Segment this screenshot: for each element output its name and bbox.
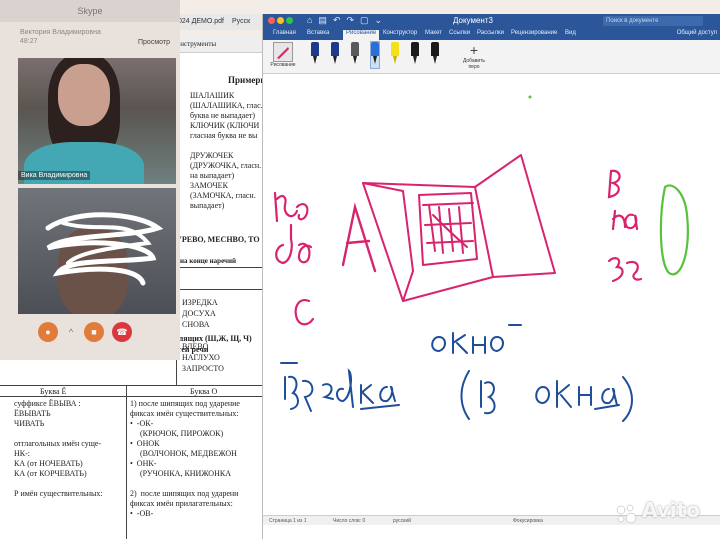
mic-icon[interactable]: ● [38, 322, 58, 342]
ribbon-tabs: Главная Вставка Рисование Конструктор Ма… [263, 28, 720, 40]
draw-tool-button[interactable]: Рисование [269, 42, 297, 68]
video-tile-teacher[interactable]: Вика Владимировна [18, 58, 176, 184]
plus-icon: + [469, 42, 479, 58]
privacy-scribble [45, 212, 164, 286]
pen-body [311, 42, 319, 56]
share-button[interactable]: Общий доступ [677, 30, 717, 36]
minimize-window-button[interactable] [277, 17, 284, 24]
participant-name: Вика Владимировна [18, 171, 91, 180]
add-pen-button[interactable]: + Добавить перо [459, 42, 489, 70]
pen-cursor-icon [273, 42, 293, 62]
pen-body [431, 42, 439, 56]
quick-access-toolbar[interactable]: ⌂▤↶↷▢⌄ [307, 15, 388, 26]
search-input[interactable]: Поиск в документе [603, 16, 703, 26]
highlighter-icon[interactable] [391, 42, 399, 68]
pen-icon[interactable] [370, 41, 380, 69]
document-title: Документ3 [453, 16, 493, 25]
pen-tip [353, 56, 357, 64]
desktop-screen: Найти текст или инструменты Примеры ШАЛА… [0, 0, 720, 539]
pen-tip [333, 56, 337, 64]
rule-line: УРЕВО, МЕСНВО, ТО [176, 235, 260, 244]
table-header: Буква Ё Буква О [0, 385, 270, 397]
avito-logo-icon [616, 504, 637, 524]
pen-tip [313, 56, 317, 64]
tab-draw[interactable]: Рисование [343, 30, 380, 40]
tab-references[interactable]: Ссылки [449, 30, 470, 36]
pen-icon[interactable] [411, 42, 419, 68]
tab-layout[interactable]: Макет [425, 30, 442, 36]
word-titlebar: ⌂▤↶↷▢⌄ Документ3 Поиск в документе [263, 14, 720, 28]
end-call-icon[interactable]: ☎ [112, 322, 132, 342]
tab-design[interactable]: Конструктор [383, 30, 417, 36]
view-button[interactable]: Просмотр [138, 39, 170, 46]
pen-icon[interactable] [431, 42, 439, 68]
pen-body [351, 42, 359, 56]
example-words: ШАЛАШИК (ШАЛАШИКА, глас. буква не выпада… [190, 91, 263, 210]
ink-izredka [280, 362, 400, 412]
close-window-button[interactable] [268, 17, 275, 24]
ink-iz-okna [460, 370, 633, 422]
ink-letter-o [659, 184, 689, 276]
tab-insert[interactable]: Вставка [307, 30, 329, 36]
ink-letter-a [341, 202, 377, 273]
ink-okno [431, 324, 522, 354]
language-indicator[interactable]: русский [393, 518, 411, 524]
table-divider [126, 385, 127, 539]
word-count[interactable]: Число слов: 0 [333, 518, 365, 524]
pdf-tab-active[interactable]: Русск [232, 18, 250, 25]
column-header-o: Буква О [190, 387, 218, 396]
table-divider [176, 267, 270, 268]
maximize-window-button[interactable] [286, 17, 293, 24]
tab-review[interactable]: Рецензирование [511, 30, 557, 36]
pen-icon[interactable] [311, 42, 319, 68]
pen-tip [413, 56, 417, 64]
skype-window: Skype Виктория Владимировна 48:27 Просмо… [0, 0, 180, 360]
ink-window [362, 154, 556, 302]
tab-view[interactable]: Вид [565, 30, 576, 36]
pen-body [331, 42, 339, 56]
call-time: 48:27 [20, 38, 38, 45]
table-divider [176, 289, 270, 290]
tab-mailings[interactable]: Рассылки [477, 30, 504, 36]
pen-body [371, 42, 379, 56]
ink-izdo [273, 191, 315, 326]
page-count[interactable]: Страница 1 из 1 [269, 518, 306, 524]
draw-tool-label: Рисование [270, 62, 296, 68]
skype-title: Skype [0, 0, 180, 22]
person-face [58, 64, 110, 126]
drawing-canvas[interactable] [263, 75, 720, 515]
pen-body [411, 42, 419, 56]
pen-icon[interactable] [331, 42, 339, 68]
pen-tip [433, 56, 437, 64]
column-header-yo: Буква Ё [40, 387, 67, 396]
video-tile-student[interactable] [18, 188, 176, 314]
call-controls: ● ^ ■ ☎ [38, 322, 132, 342]
avito-watermark: Avito [642, 498, 700, 522]
camera-icon[interactable]: ■ [84, 322, 104, 342]
word-window: ⌂▤↶↷▢⌄ Документ3 Поиск в документе Главн… [262, 14, 720, 539]
chevron-up-icon[interactable]: ^ [66, 322, 76, 342]
add-pen-label: Добавить перо [462, 58, 486, 70]
ink-dot [528, 95, 532, 99]
focus-mode-button[interactable]: Фокусировка [513, 518, 543, 524]
tab-home[interactable]: Главная [273, 30, 296, 36]
pen-tip [393, 56, 397, 64]
draw-ribbon: Рисование + Добавить перо [263, 40, 720, 74]
user-name: Виктория Владимировна [20, 29, 101, 36]
table-left-column: суффиксе ЁВЫВА : ЁВЫВАТЬ ЧИВАТЬ отглагол… [14, 399, 103, 498]
pencil-icon[interactable] [351, 42, 359, 68]
ink-v-na-za [607, 169, 643, 283]
table-right-column: 1) после шипящих под ударение фиксах имё… [130, 399, 240, 518]
pen-body [391, 42, 399, 56]
skype-user-info: Виктория Владимировна 48:27 [20, 28, 101, 46]
pdf-tab[interactable]: 024 ДЕМО.pdf [178, 18, 224, 25]
rule-line-adverbs: на конце наречий [180, 257, 237, 265]
pen-tip [373, 56, 377, 64]
